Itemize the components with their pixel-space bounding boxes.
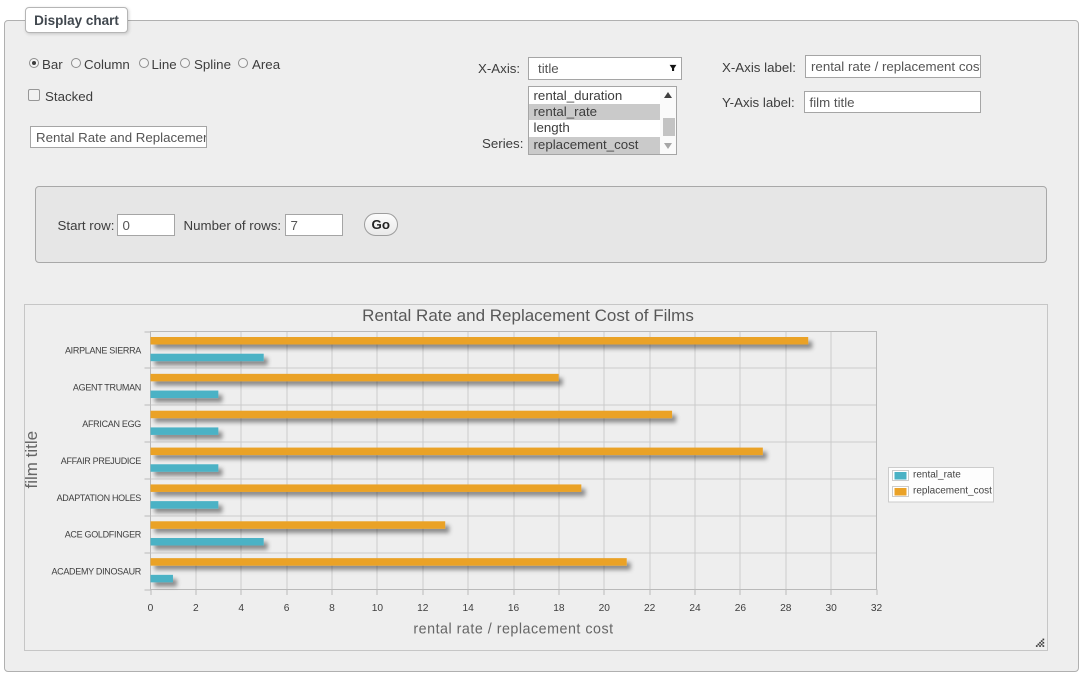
svg-text:AFRICAN EGG: AFRICAN EGG bbox=[82, 419, 141, 429]
svg-text:2: 2 bbox=[193, 603, 199, 614]
svg-text:AGENT TRUMAN: AGENT TRUMAN bbox=[73, 382, 141, 392]
svg-text:ACE GOLDFINGER: ACE GOLDFINGER bbox=[65, 530, 142, 540]
svg-text:film title: film title bbox=[22, 431, 41, 489]
svg-text:6: 6 bbox=[284, 603, 290, 614]
svg-text:AIRPLANE SIERRA: AIRPLANE SIERRA bbox=[65, 345, 141, 355]
svg-text:Rental Rate and Replacement Co: Rental Rate and Replacement Cost of Film… bbox=[362, 306, 694, 325]
svg-text:rental_rate: rental_rate bbox=[913, 470, 961, 481]
svg-text:18: 18 bbox=[553, 603, 565, 614]
svg-text:26: 26 bbox=[735, 603, 747, 614]
svg-text:32: 32 bbox=[871, 603, 883, 614]
svg-text:22: 22 bbox=[644, 603, 656, 614]
svg-text:12: 12 bbox=[417, 603, 429, 614]
svg-text:28: 28 bbox=[780, 603, 792, 614]
svg-text:4: 4 bbox=[238, 603, 244, 614]
svg-text:8: 8 bbox=[329, 603, 335, 614]
svg-text:24: 24 bbox=[689, 603, 701, 614]
svg-text:ACADEMY DINOSAUR: ACADEMY DINOSAUR bbox=[51, 567, 141, 577]
svg-text:rental rate / replacement cost: rental rate / replacement cost bbox=[413, 622, 613, 638]
svg-text:30: 30 bbox=[825, 603, 837, 614]
svg-text:10: 10 bbox=[372, 603, 384, 614]
svg-text:20: 20 bbox=[599, 603, 611, 614]
svg-text:replacement_cost: replacement_cost bbox=[913, 486, 992, 497]
svg-text:16: 16 bbox=[508, 603, 520, 614]
svg-text:0: 0 bbox=[148, 603, 154, 614]
svg-text:ADAPTATION HOLES: ADAPTATION HOLES bbox=[57, 493, 142, 503]
svg-text:AFFAIR PREJUDICE: AFFAIR PREJUDICE bbox=[61, 456, 142, 466]
svg-text:14: 14 bbox=[462, 603, 474, 614]
